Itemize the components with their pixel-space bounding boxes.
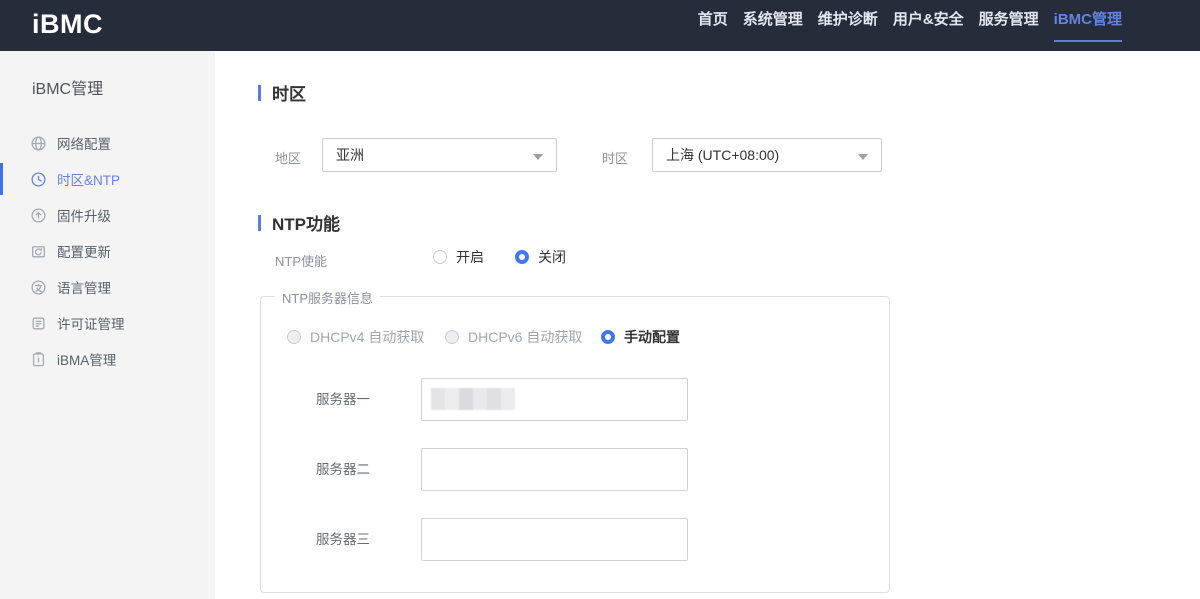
sidebar-item-label: 许可证管理 bbox=[57, 313, 125, 333]
server3-label: 服务器三 bbox=[316, 518, 370, 561]
sidebar-item-timezone-ntp[interactable]: 时区&NTP bbox=[0, 161, 215, 197]
chevron-down-icon bbox=[858, 154, 868, 160]
server2-label: 服务器二 bbox=[316, 448, 370, 491]
redacted-value bbox=[431, 388, 515, 410]
ntp-server-mode-radio-group: 手动配置 bbox=[601, 327, 680, 347]
sidebar-item-label: 固件升级 bbox=[57, 205, 111, 225]
nav-item-maintenance[interactable]: 维护诊断 bbox=[818, 0, 878, 44]
radio-label-ntp-on: 开启 bbox=[456, 247, 484, 267]
ntp-server-group-legend: NTP服务器信息 bbox=[275, 288, 380, 307]
section-title: 时区 bbox=[272, 80, 306, 105]
server1-input-wrap bbox=[421, 378, 688, 421]
ibma-icon bbox=[30, 351, 47, 368]
ntp-server-group: NTP服务器信息 DHCPv4 自动获取 DHCPv6 自动获取 手动配置 服务… bbox=[260, 296, 890, 593]
timezone-ntp-icon bbox=[30, 171, 47, 188]
radio-button-dhcpv6 bbox=[445, 330, 459, 344]
server-row: 服务器二 bbox=[261, 448, 891, 491]
firmware-upgrade-icon bbox=[30, 207, 47, 224]
radio-label-dhcpv4: DHCPv4 自动获取 bbox=[310, 327, 424, 347]
region-select[interactable]: 亚洲 bbox=[322, 138, 557, 172]
section-accent-bar bbox=[258, 85, 261, 101]
radio-button-ntp-on[interactable] bbox=[433, 250, 447, 264]
sidebar-item-language-management[interactable]: 语言管理 bbox=[0, 269, 215, 305]
nav-item-label: iBMC管理 bbox=[1054, 11, 1122, 28]
region-label: 地区 bbox=[275, 148, 301, 167]
sidebar-item-ibma-management[interactable]: iBMA管理 bbox=[0, 341, 215, 377]
ntp-enable-label: NTP使能 bbox=[275, 251, 327, 270]
server-row: 服务器一 bbox=[261, 378, 891, 421]
ntp-enable-radio-group: 开启 关闭 bbox=[433, 247, 566, 267]
sidebar-item-firmware-upgrade[interactable]: 固件升级 bbox=[0, 197, 215, 233]
sidebar: iBMC管理 网络配置 时区&NTP 固件升级 bbox=[0, 51, 215, 599]
section-accent-bar bbox=[258, 215, 261, 231]
sidebar-item-network-config[interactable]: 网络配置 bbox=[0, 125, 215, 161]
sidebar-item-license-management[interactable]: 许可证管理 bbox=[0, 305, 215, 341]
timezone-section-header: 时区 bbox=[258, 80, 306, 105]
sidebar-item-label: 语言管理 bbox=[57, 277, 111, 297]
app-logo[interactable]: iBMC bbox=[32, 2, 103, 46]
radio-label-ntp-off: 关闭 bbox=[538, 247, 566, 267]
sidebar-menu: 网络配置 时区&NTP 固件升级 配置更新 bbox=[0, 125, 215, 377]
nav-item-service[interactable]: 服务管理 bbox=[979, 0, 1039, 44]
radio-label-dhcpv6: DHCPv6 自动获取 bbox=[468, 327, 582, 347]
sidebar-item-config-update[interactable]: 配置更新 bbox=[0, 233, 215, 269]
server1-label: 服务器一 bbox=[316, 378, 370, 421]
top-navbar: iBMC 首页 系统管理 维护诊断 用户&安全 服务管理 iBMC管理 bbox=[0, 0, 1200, 51]
section-title: NTP功能 bbox=[272, 210, 340, 235]
ntp-server-mode-radio-group: DHCPv6 自动获取 bbox=[445, 327, 582, 347]
sidebar-item-label: 时区&NTP bbox=[57, 169, 120, 189]
sidebar-item-label: 配置更新 bbox=[57, 241, 111, 261]
sidebar-item-label: iBMA管理 bbox=[57, 349, 116, 369]
license-icon bbox=[30, 315, 47, 332]
radio-button-dhcpv4 bbox=[287, 330, 301, 344]
active-tab-underline bbox=[1054, 40, 1122, 42]
sidebar-item-label: 网络配置 bbox=[57, 133, 111, 153]
radio-button-ntp-off[interactable] bbox=[515, 250, 529, 264]
ntp-server-mode-radio-group: DHCPv4 自动获取 bbox=[287, 327, 424, 347]
server2-input-wrap bbox=[421, 448, 688, 491]
radio-label-manual-config: 手动配置 bbox=[624, 327, 680, 347]
server3-input[interactable] bbox=[421, 518, 688, 561]
server2-input[interactable] bbox=[421, 448, 688, 491]
radio-button-manual-config[interactable] bbox=[601, 330, 615, 344]
sidebar-title: iBMC管理 bbox=[32, 75, 103, 99]
language-icon bbox=[30, 279, 47, 296]
nav-item-system[interactable]: 系统管理 bbox=[743, 0, 803, 44]
nav-item-home[interactable]: 首页 bbox=[698, 0, 728, 44]
timezone-label: 时区 bbox=[602, 148, 628, 167]
chevron-down-icon bbox=[533, 154, 543, 160]
active-item-indicator bbox=[0, 163, 3, 195]
network-icon bbox=[30, 135, 47, 152]
nav-item-ibmc-management[interactable]: iBMC管理 bbox=[1054, 0, 1122, 44]
timezone-select[interactable]: 上海 (UTC+08:00) bbox=[652, 138, 882, 172]
main-content: 时区 地区 亚洲 时区 上海 (UTC+08:00) NTP功能 NTP使能 开… bbox=[215, 51, 1200, 599]
timezone-select-value: 上海 (UTC+08:00) bbox=[666, 145, 779, 165]
top-nav-menu: 首页 系统管理 维护诊断 用户&安全 服务管理 iBMC管理 bbox=[698, 0, 1122, 44]
region-select-value: 亚洲 bbox=[336, 145, 364, 165]
server-row: 服务器三 bbox=[261, 518, 891, 561]
config-update-icon bbox=[30, 243, 47, 260]
server3-input-wrap bbox=[421, 518, 688, 561]
ntp-section-header: NTP功能 bbox=[258, 210, 340, 235]
nav-item-user-security[interactable]: 用户&安全 bbox=[893, 0, 964, 44]
